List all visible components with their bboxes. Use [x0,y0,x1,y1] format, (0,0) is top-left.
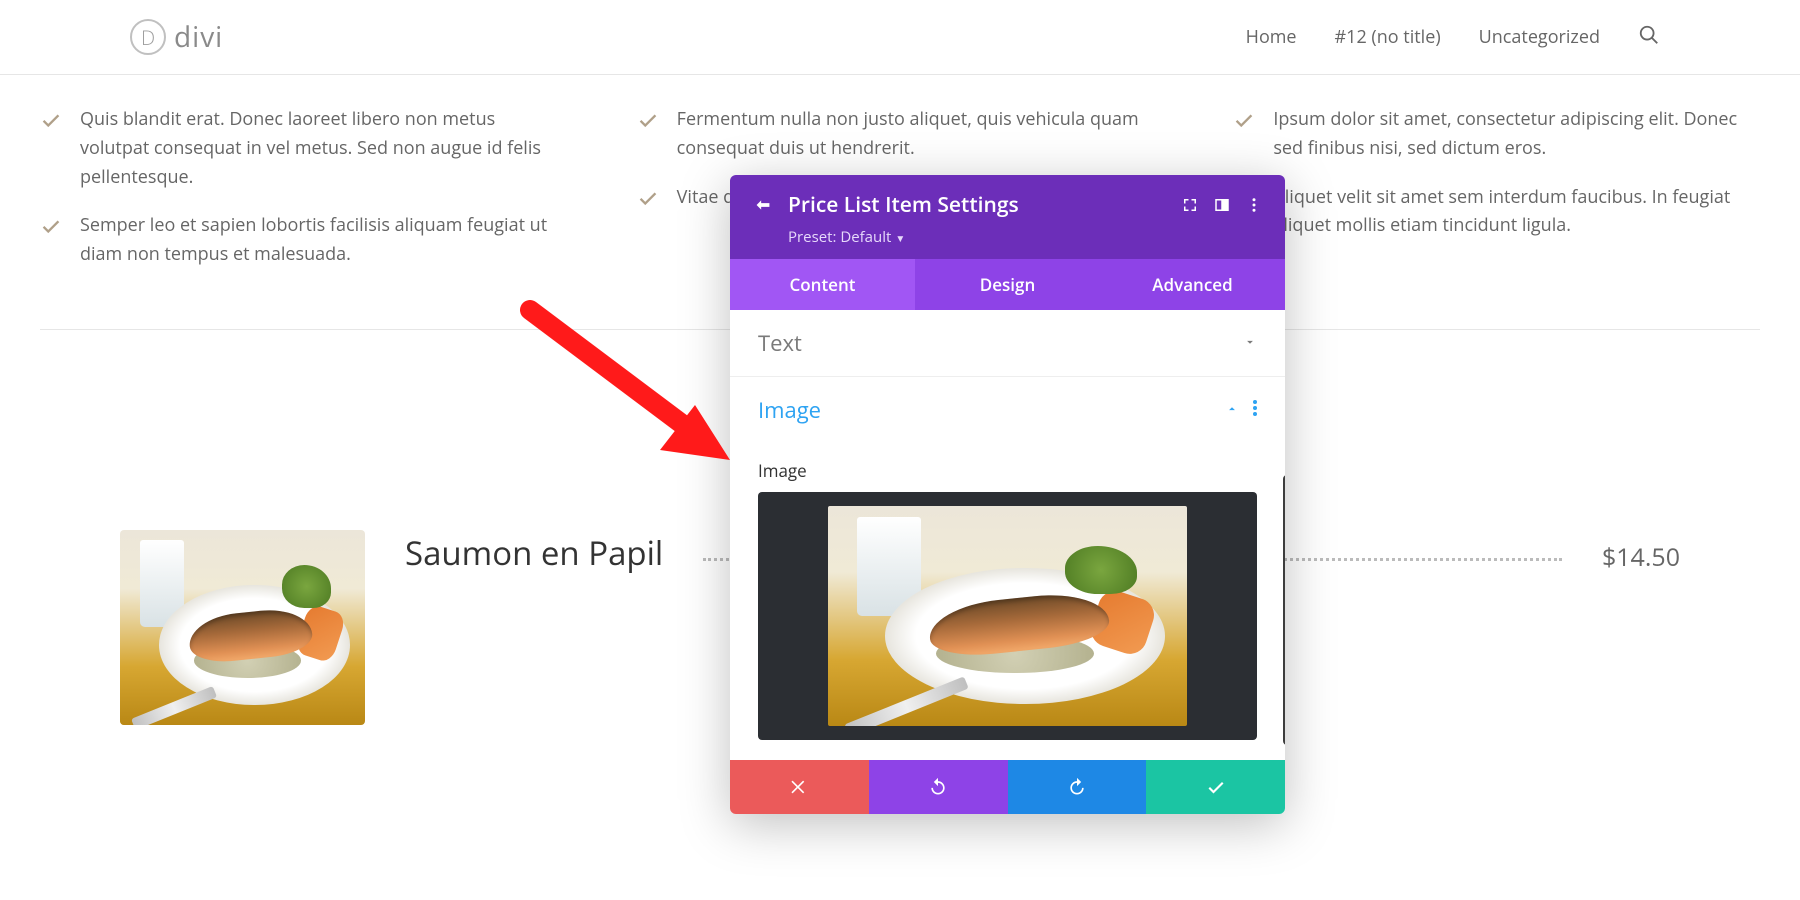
blurb-item: Quis blandit erat. Donec laoreet libero … [40,105,567,191]
blurb-text: Aliquet velit sit amet sem interdum fauc… [1273,183,1760,241]
save-button[interactable] [1146,760,1285,814]
search-icon[interactable] [1638,24,1660,51]
settings-modal: Price List Item Settings Preset: Default… [730,175,1285,814]
modal-scrollbar[interactable] [1283,475,1285,745]
main-nav: Home #12 (no title) Uncategorized [1246,24,1660,51]
tab-design[interactable]: Design [915,259,1100,310]
accordion-text[interactable]: Text [730,310,1285,376]
snap-icon[interactable] [1213,196,1231,214]
chevron-up-icon [1225,399,1239,421]
tab-advanced[interactable]: Advanced [1100,259,1285,310]
nav-uncategorized[interactable]: Uncategorized [1479,25,1600,49]
blurb-item: Aliquet velit sit amet sem interdum fauc… [1233,183,1760,241]
image-field-label: Image [730,443,1285,492]
modal-title: Price List Item Settings [788,191,1167,219]
modal-tabs: Content Design Advanced [730,259,1285,310]
nav-home[interactable]: Home [1246,25,1297,49]
tab-content[interactable]: Content [730,259,915,310]
blurb-text: Semper leo et sapien lobortis facilisis … [80,211,567,269]
accordion-image-title: Image [758,395,821,425]
site-header: D divi Home #12 (no title) Uncategorized [0,0,1800,75]
more-icon[interactable] [1245,196,1263,214]
blurb-item: Ipsum dolor sit amet, consectetur adipis… [1233,105,1760,163]
check-icon [637,183,659,214]
preset-selector[interactable]: Preset: Default ▼ [788,227,1263,247]
chevron-down-icon [1243,332,1257,354]
nav-page-12[interactable]: #12 (no title) [1335,25,1441,49]
blurb-text: Quis blandit erat. Donec laoreet libero … [80,105,567,191]
modal-header[interactable]: Price List Item Settings Preset: Default… [730,175,1285,259]
check-icon [40,105,62,191]
expand-icon[interactable] [1181,196,1199,214]
check-icon [40,211,62,269]
blurb-item: Semper leo et sapien lobortis facilisis … [40,211,567,269]
modal-body: Text Image Image [730,310,1285,740]
check-icon [637,105,659,163]
price-item-title: Saumon en Papil [405,530,663,575]
dish-illustration [120,530,365,725]
price-item-price: $14.50 [1602,540,1680,574]
blurb-text: Fermentum nulla non justo aliquet, quis … [677,105,1164,163]
brand-name: divi [174,18,223,56]
blurb-item: Fermentum nulla non justo aliquet, quis … [637,105,1164,163]
logo-mark-icon: D [130,19,166,55]
section-options-icon[interactable] [1253,399,1257,421]
accordion-image[interactable]: Image [730,377,1285,443]
price-item-image[interactable] [120,530,365,725]
modal-footer [730,760,1285,814]
cancel-button[interactable] [730,760,869,814]
redo-button[interactable] [1008,760,1147,814]
brand-logo[interactable]: D divi [130,18,223,56]
accordion-text-title: Text [758,328,802,358]
undo-button[interactable] [869,760,1008,814]
check-icon [1233,105,1255,163]
preset-label: Preset: Default [788,227,891,247]
image-upload-well[interactable] [758,492,1257,740]
blurb-text: Ipsum dolor sit amet, consectetur adipis… [1273,105,1760,163]
dish-illustration [828,506,1187,726]
back-icon[interactable] [752,196,774,214]
caret-down-icon: ▼ [895,231,905,245]
